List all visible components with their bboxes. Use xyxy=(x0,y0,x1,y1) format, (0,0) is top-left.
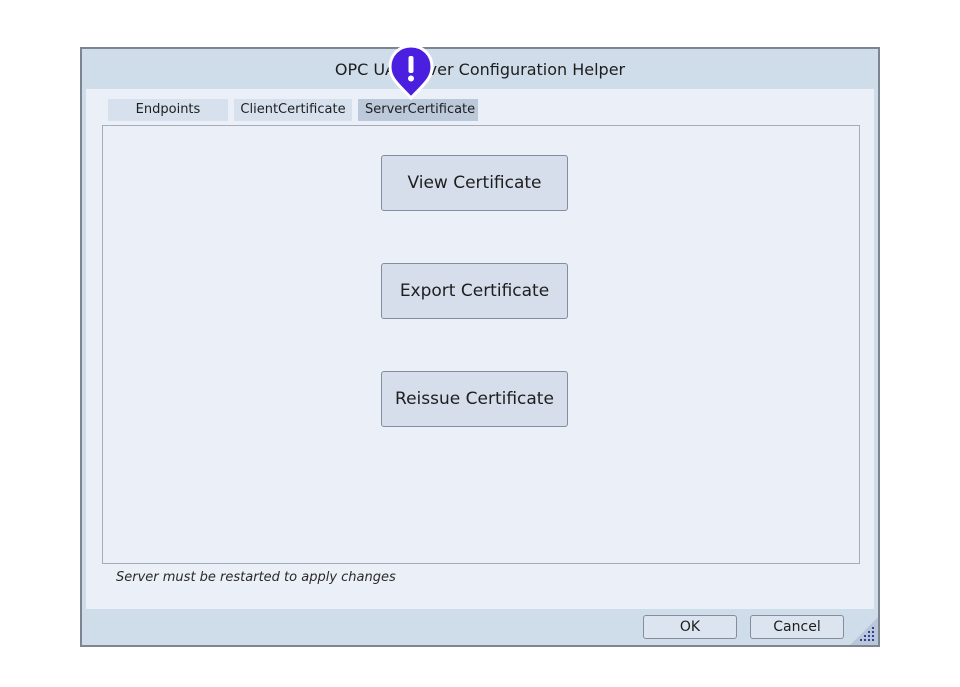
export-certificate-button[interactable]: Export Certificate xyxy=(381,263,568,319)
view-certificate-button[interactable]: View Certificate xyxy=(381,155,568,211)
tab-endpoints[interactable]: Endpoints xyxy=(108,99,228,121)
window-title: OPC UA Server Configuration Helper xyxy=(334,60,626,79)
reissue-certificate-button[interactable]: Reissue Certificate xyxy=(381,371,568,427)
exclamation-pin-icon xyxy=(388,44,434,100)
tab-client-certificate[interactable]: ClientCertificate xyxy=(234,99,352,121)
window-content: Endpoints ClientCertificate ServerCertif… xyxy=(86,89,874,609)
cancel-button[interactable]: Cancel xyxy=(750,615,844,639)
ok-button[interactable]: OK xyxy=(643,615,737,639)
server-certificate-panel: View Certificate Export Certificate Reis… xyxy=(102,125,860,564)
resize-grip-icon[interactable] xyxy=(850,617,878,645)
config-helper-window: OPC UA Server Configuration Helper Endpo… xyxy=(80,47,880,647)
tab-server-certificate[interactable]: ServerCertificate xyxy=(358,99,478,121)
restart-note: Server must be restarted to apply change… xyxy=(116,570,396,585)
